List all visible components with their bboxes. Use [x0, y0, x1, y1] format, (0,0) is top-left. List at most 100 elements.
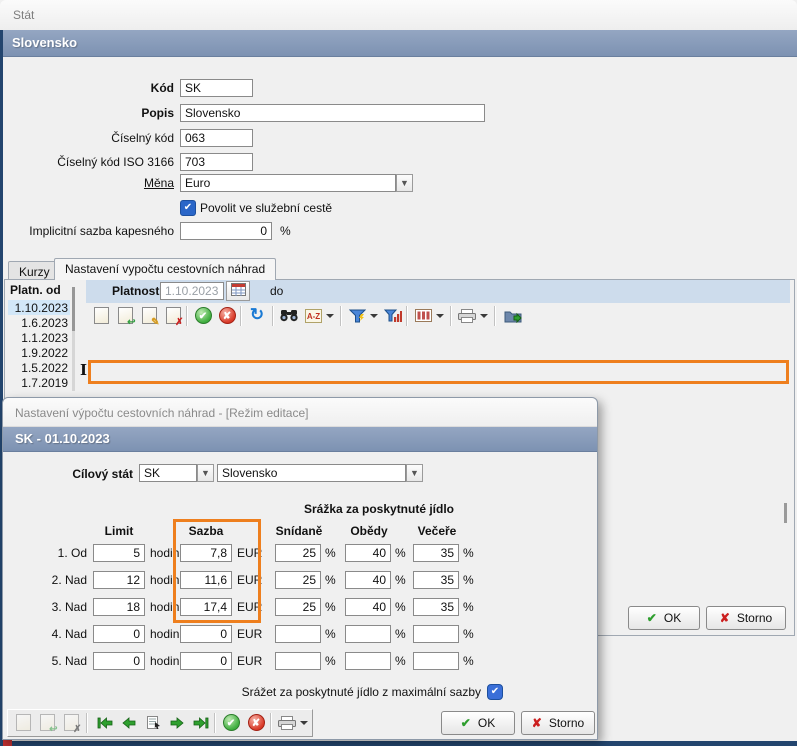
- filter-chart-button[interactable]: [382, 305, 404, 327]
- search-button[interactable]: [278, 305, 300, 327]
- validity-item[interactable]: 1.6.2023: [8, 315, 70, 330]
- mena-label[interactable]: Měna: [10, 174, 174, 190]
- record-list-button[interactable]: [142, 712, 164, 734]
- snidane-input[interactable]: 25: [275, 598, 321, 616]
- sazba-input[interactable]: 17,4: [180, 598, 232, 616]
- validity-scrollbar-thumb[interactable]: [72, 287, 75, 331]
- snidane-input[interactable]: [275, 625, 321, 643]
- nav-next-button[interactable]: [166, 712, 188, 734]
- copy-record-icon: ↩: [40, 714, 55, 731]
- limit-input[interactable]: 5: [93, 544, 145, 562]
- cancel-button[interactable]: ✘: [245, 712, 267, 734]
- obedy-input[interactable]: 40: [345, 598, 391, 616]
- mena-combo[interactable]: Euro: [180, 174, 396, 192]
- print-menu-button[interactable]: [298, 712, 310, 734]
- obedy-input[interactable]: 40: [345, 544, 391, 562]
- export-button[interactable]: [502, 305, 524, 327]
- validity-item[interactable]: 1.5.2022: [8, 360, 70, 375]
- copy-record-button[interactable]: ↩: [36, 712, 58, 734]
- cilovy-code-combo[interactable]: SK: [139, 464, 197, 482]
- filter-button[interactable]: [346, 305, 368, 327]
- tab-nastaveni[interactable]: Nastavení vypočtu cestovních náhrad: [54, 258, 276, 280]
- sazba-input[interactable]: 7,8: [180, 544, 232, 562]
- confirm-button[interactable]: ✔: [192, 305, 214, 327]
- validity-item[interactable]: 1.9.2022: [8, 345, 70, 360]
- columns-button[interactable]: [412, 305, 434, 327]
- sort-menu-button[interactable]: [324, 305, 336, 327]
- dialog-ok-button[interactable]: ✔OK: [441, 711, 515, 735]
- chevron-down-icon: [300, 721, 308, 725]
- validity-item[interactable]: 1.1.2023: [8, 330, 70, 345]
- vecere-input[interactable]: 35: [413, 598, 459, 616]
- sazba-input[interactable]: 0: [180, 652, 232, 670]
- window-titlebar[interactable]: Stát: [0, 0, 797, 31]
- grid-toolbar: ↩ ✎ ✗ ✔ ✘ ↻ A-Z: [86, 303, 790, 329]
- sazba-input[interactable]: 11,6: [180, 571, 232, 589]
- grid-scrollbar-thumb[interactable]: [784, 503, 787, 523]
- kapesne-unit: %: [280, 224, 291, 238]
- print-button[interactable]: [276, 712, 298, 734]
- obedy-input[interactable]: 40: [345, 571, 391, 589]
- chevron-down-icon: [370, 314, 378, 318]
- nav-prev-button[interactable]: [118, 712, 140, 734]
- kapesne-field[interactable]: 0: [180, 222, 272, 240]
- edit-record-button[interactable]: ✎: [138, 305, 160, 327]
- cancel-button[interactable]: ✘: [216, 305, 238, 327]
- dialog-storno-button[interactable]: ✘Storno: [521, 711, 595, 735]
- limit-input[interactable]: 18: [93, 598, 145, 616]
- cilovy-name-combo-button[interactable]: ▼: [406, 464, 423, 482]
- popis-field[interactable]: Slovensko: [180, 104, 485, 122]
- kod-field[interactable]: SK: [180, 79, 253, 97]
- ciselny-kod-field[interactable]: 063: [180, 129, 253, 147]
- check-icon: ✔: [491, 686, 499, 697]
- new-record-icon: [16, 714, 31, 731]
- new-record-button[interactable]: [12, 712, 34, 734]
- mena-combo-button[interactable]: ▼: [396, 174, 413, 192]
- vecere-input[interactable]: [413, 625, 459, 643]
- cancel-icon: ✘: [219, 307, 236, 324]
- vecere-input[interactable]: [413, 652, 459, 670]
- nav-last-button[interactable]: [190, 712, 212, 734]
- limit-input[interactable]: 0: [93, 652, 145, 670]
- refresh-icon: ↻: [250, 305, 264, 324]
- limit-input[interactable]: 0: [93, 625, 145, 643]
- print-menu-button[interactable]: [478, 305, 490, 327]
- max-sazba-checkbox[interactable]: ✔: [487, 684, 503, 700]
- sazba-input[interactable]: 0: [180, 625, 232, 643]
- snidane-input[interactable]: 25: [275, 544, 321, 562]
- calendar-button[interactable]: [226, 281, 250, 301]
- nav-first-button[interactable]: [94, 712, 116, 734]
- cilovy-name-combo[interactable]: Slovensko: [217, 464, 406, 482]
- validity-item[interactable]: 1.10.2023: [8, 300, 70, 315]
- vecere-input[interactable]: 35: [413, 544, 459, 562]
- print-button[interactable]: [456, 305, 478, 327]
- max-sazba-checkbox-label: Srážet za poskytnuté jídlo z maximální s…: [153, 685, 481, 699]
- sort-button[interactable]: A-Z: [302, 305, 324, 327]
- povolit-checkbox[interactable]: ✔: [180, 200, 196, 216]
- storno-button[interactable]: ✘Storno: [706, 606, 786, 630]
- filter-chart-icon: [384, 309, 402, 323]
- validity-item[interactable]: 1.7.2019: [8, 375, 70, 390]
- obedy-input[interactable]: [345, 652, 391, 670]
- iso-kod-field[interactable]: 703: [180, 153, 253, 171]
- obedy-input[interactable]: [345, 625, 391, 643]
- ok-button[interactable]: ✔OK: [628, 606, 700, 630]
- dialog-titlebar[interactable]: Nastavení výpočtu cestovních náhrad - [R…: [3, 398, 597, 427]
- nav-last-icon: [193, 717, 209, 729]
- cilovy-code-combo-button[interactable]: ▼: [197, 464, 214, 482]
- vecere-input[interactable]: 35: [413, 571, 459, 589]
- snidane-input[interactable]: [275, 652, 321, 670]
- delete-record-button[interactable]: ✗: [162, 305, 184, 327]
- filter-menu-button[interactable]: [368, 305, 380, 327]
- confirm-button[interactable]: ✔: [220, 712, 242, 734]
- limit-row: 4. Nad 0 hodin 0 EUR % % %: [3, 625, 599, 643]
- refresh-button[interactable]: ↻: [246, 305, 268, 327]
- platnost-od-input[interactable]: 1.10.2023: [160, 282, 224, 300]
- copy-record-button[interactable]: ↩: [114, 305, 136, 327]
- validity-scrollbar[interactable]: [72, 287, 75, 391]
- new-record-button[interactable]: [90, 305, 112, 327]
- limit-input[interactable]: 12: [93, 571, 145, 589]
- columns-menu-button[interactable]: [434, 305, 446, 327]
- delete-record-button[interactable]: ✗: [60, 712, 82, 734]
- snidane-input[interactable]: 25: [275, 571, 321, 589]
